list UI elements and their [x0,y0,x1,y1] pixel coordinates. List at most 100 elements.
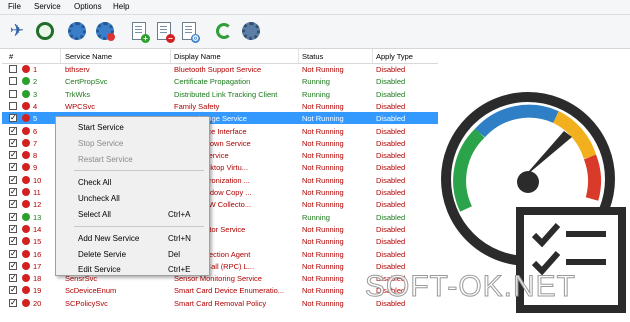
row-checkbox[interactable]: ✓ [9,237,17,246]
row-status: Not Running [302,249,344,259]
table-row[interactable]: 1 bthserv Bluetooth Support Service Not Run… [2,63,438,75]
row-checkbox[interactable]: ✓ [9,274,17,283]
row-checkbox[interactable] [9,65,17,73]
row-display-name: Smart Card Device Enumeratio... [174,286,285,296]
row-number: 6 [33,126,38,136]
row-checkbox[interactable]: ✓ [9,212,17,221]
watermark: SOFT-OK.NET [365,270,577,304]
row-apply-type: Disabled [376,212,406,222]
row-checkbox[interactable]: ✓ [9,188,17,196]
row-status: Not Running [302,101,344,111]
row-number: 18 [33,274,42,284]
menu-item-shortcut: Del [168,249,181,259]
row-number: 15 [33,237,42,247]
row-number: 10 [33,175,42,185]
menu-item-label: Edit Service [78,265,121,275]
status-dot-icon [22,175,30,184]
row-status: Not Running [302,175,344,185]
menu-item-label: Start Service [78,123,124,132]
table-row[interactable]: 2 CertPropSvc Certificate Propagation Runni… [2,75,438,87]
status-dot-icon [22,126,30,135]
col-service-name[interactable]: Service Name [65,52,112,61]
row-number: 8 [33,151,38,161]
row-checkbox[interactable]: ✓ [9,298,17,307]
row-checkbox[interactable]: ✓ [9,138,17,147]
row-checkbox[interactable] [9,89,17,98]
status-dot-icon [22,212,30,221]
row-status: Not Running [302,274,344,284]
context-menu: Start Service Stop Service Restart Service… [55,116,210,276]
row-display-name: Family Safety [174,101,220,111]
list-settings-icon[interactable]: ⚙ [178,20,200,43]
menu-item-select-all[interactable]: Select All Ctrl+A [56,207,209,221]
row-checkbox[interactable]: ✓ [9,126,17,135]
speedometer-icon[interactable] [34,20,56,42]
table-header: # Service Name Display Name Status Apply… [2,49,438,64]
status-dot-icon [22,261,30,270]
list-remove-icon[interactable]: − [153,20,175,43]
row-status: Not Running [302,114,344,124]
row-status: Running [302,77,330,87]
row-checkbox[interactable]: ✓ [9,286,17,295]
col-status[interactable]: Status [302,52,323,61]
menu-separator [74,170,204,172]
service-gear-stop-icon[interactable] [94,20,116,42]
row-checkbox[interactable]: ✓ [9,175,17,184]
row-checkbox[interactable]: ✓ [9,249,17,258]
list-add-icon[interactable]: + [128,20,150,43]
plane-icon[interactable]: ✈ [6,20,28,42]
row-number: 20 [33,298,42,308]
refresh-icon[interactable] [213,20,235,42]
row-apply-type: Disabled [376,163,406,173]
menu-item-delete-servie[interactable]: Delete Servie Del [56,247,209,261]
row-checkbox[interactable] [9,101,17,110]
row-number: 9 [33,163,38,173]
menu-item-uncheck-all[interactable]: Uncheck All [56,191,209,205]
menu-item-add-new-service[interactable]: Add New Service Ctrl+N [56,231,209,245]
col-display-name[interactable]: Display Name [174,52,221,61]
row-checkbox[interactable]: ✓ [9,163,17,172]
settings-gear-icon[interactable] [240,20,262,42]
table-row[interactable]: 4 WPCSvc Family Safety Not Running Disabled [2,100,438,112]
row-status: Not Running [302,200,344,210]
toolbar: ✈ + − ⚙ [0,15,630,49]
menu-separator [74,225,204,227]
row-service-name: ScDeviceEnum [65,286,117,296]
table-row[interactable]: 3 TrkWks Distributed Link Tracking Client R… [2,88,438,100]
row-checkbox[interactable]: ✓ [9,200,17,209]
menu-item-label: Check All [78,178,112,188]
row-number: 17 [33,261,42,271]
col-number[interactable]: # [9,52,13,61]
row-status: Not Running [302,224,344,234]
menu-bar: File Service Options Help [0,0,630,15]
row-checkbox[interactable]: ✓ [9,224,17,233]
row-apply-type: Disabled [376,188,406,197]
menu-help[interactable]: Help [113,2,129,11]
status-dot-icon [22,249,30,258]
menu-file[interactable]: File [8,2,21,11]
service-gear-icon[interactable] [66,20,88,42]
menu-service[interactable]: Service [34,2,61,11]
row-status: Not Running [302,138,344,148]
menu-options[interactable]: Options [74,2,102,11]
row-service-name: CertPropSvc [65,77,108,87]
menu-item-start-service[interactable]: Start Service [56,120,209,134]
row-number: 2 [33,77,38,87]
menu-item-label: Delete Servie [78,249,127,259]
status-dot-icon [22,188,30,196]
menu-item-edit-service[interactable]: Edit Service Ctrl+E [56,262,209,276]
row-checkbox[interactable]: ✓ [9,114,17,123]
row-checkbox[interactable]: ✓ [9,261,17,270]
menu-item-check-all[interactable]: Check All [56,175,209,189]
row-status: Not Running [302,151,344,161]
status-dot-icon [22,138,30,147]
row-status: Not Running [302,237,344,247]
row-checkbox[interactable] [9,77,17,86]
row-number: 4 [33,101,38,111]
menu-item-shortcut: Ctrl+N [168,233,191,243]
row-checkbox[interactable]: ✓ [9,151,17,160]
row-number: 5 [33,114,38,124]
col-apply-type[interactable]: Apply Type [376,52,413,61]
row-display-name: Smart Card Removal Policy [174,298,267,308]
row-status: Not Running [302,126,344,136]
